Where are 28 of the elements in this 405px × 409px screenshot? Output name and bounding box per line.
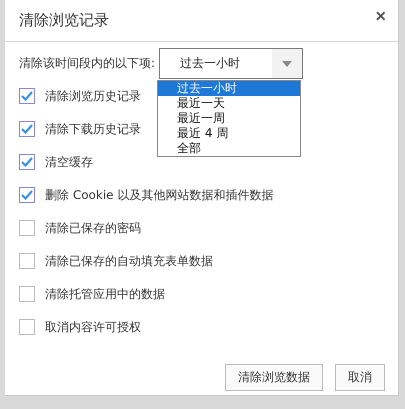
range-label: 清除该时间段内的以下项: <box>19 55 156 72</box>
checkbox-label: 取消内容许可授权 <box>45 318 141 336</box>
dropdown-option[interactable]: 最近一周 <box>158 111 300 126</box>
checkbox[interactable] <box>19 220 35 236</box>
caret-icon <box>282 60 292 66</box>
checkbox-label: 清除下载历史记录 <box>45 120 141 138</box>
checkbox-label: 清空缓存 <box>45 154 93 170</box>
dropdown-option[interactable]: 最近一天 <box>158 96 300 111</box>
time-range-dropdown[interactable]: 过去一小时 <box>159 48 304 79</box>
dropdown-option[interactable]: 过去一小时 <box>158 81 300 96</box>
checkbox-label: 删除 Cookie 以及其他网站数据和插件数据 <box>45 186 274 204</box>
checkbox[interactable] <box>19 253 35 269</box>
dialog-title: 清除浏览记录 <box>19 11 109 30</box>
checkbox[interactable] <box>19 88 35 104</box>
checkbox[interactable] <box>19 154 35 170</box>
checkbox[interactable] <box>19 121 35 137</box>
dropdown-option[interactable]: 最近 4 周 <box>158 126 300 141</box>
checkbox-label: 清除已保存的自动填充表单数据 <box>45 252 213 270</box>
dropdown-option[interactable]: 全部 <box>158 141 300 156</box>
checkbox-label: 清除浏览历史记录 <box>45 88 141 104</box>
checkbox-label: 清除已保存的密码 <box>45 220 141 236</box>
checkbox[interactable] <box>19 187 35 203</box>
clear-data-button[interactable]: 清除浏览数据 <box>225 364 323 391</box>
checkbox-label: 清除托管应用中的数据 <box>45 286 165 302</box>
checkbox[interactable] <box>19 286 35 302</box>
cancel-button[interactable]: 取消 <box>335 364 385 391</box>
close-button[interactable]: × <box>375 6 386 27</box>
checkbox[interactable] <box>19 319 35 335</box>
